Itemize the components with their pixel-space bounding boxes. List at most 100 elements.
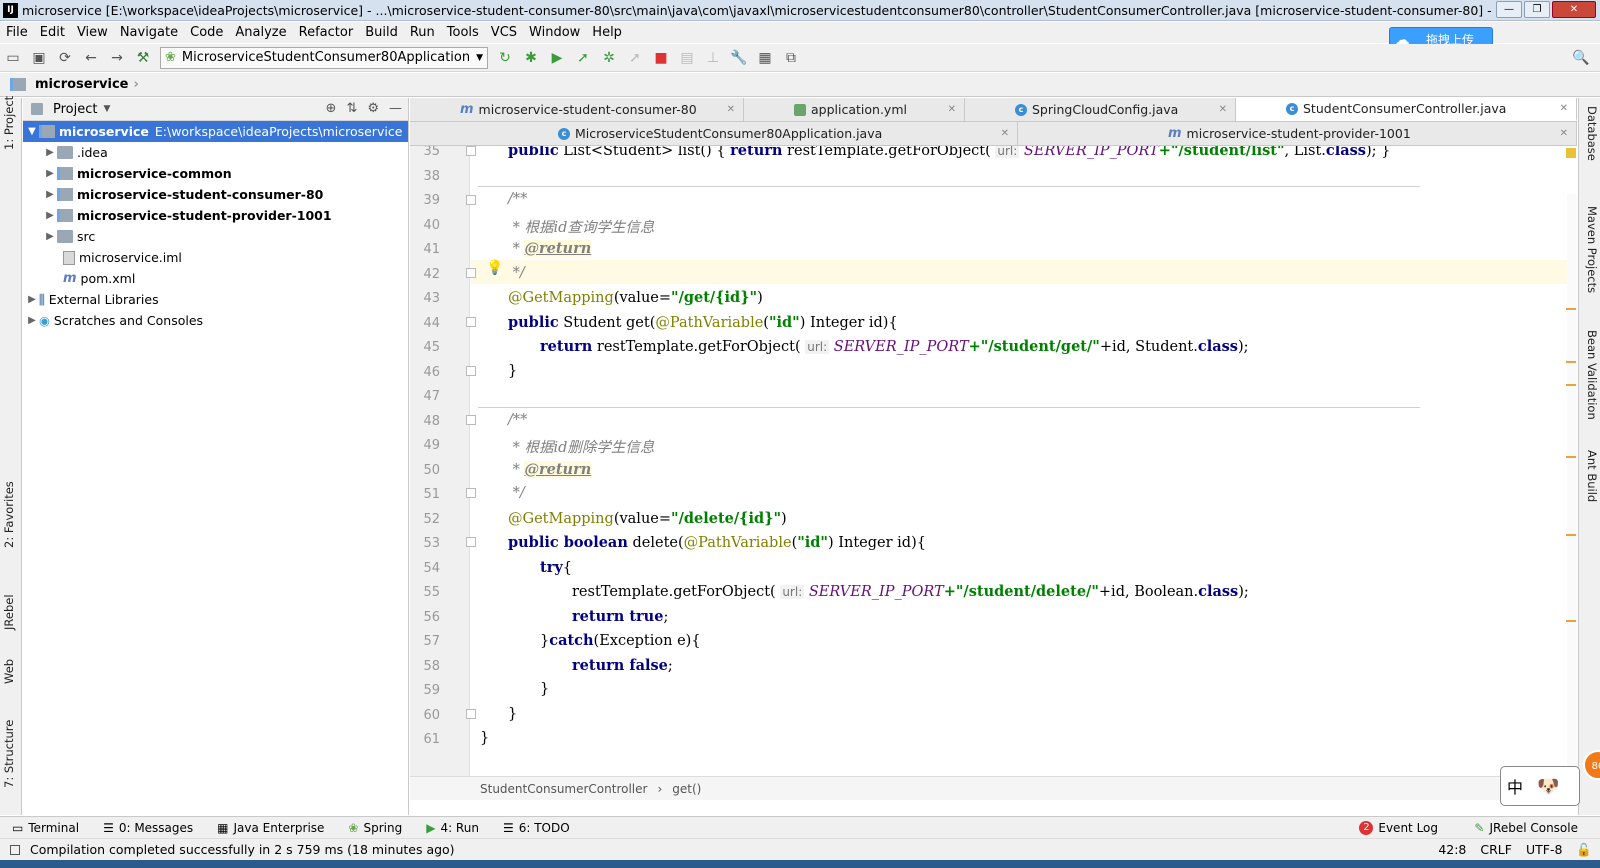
menu-help[interactable]: Help — [586, 25, 628, 40]
tab-consumer80application[interactable]: c MicroserviceStudentConsumer80Applicati… — [410, 122, 1018, 145]
tool-tab-jrebel-console[interactable]: ✎ JRebel Console — [1462, 821, 1590, 835]
sync-icon[interactable]: ⟳ — [52, 47, 78, 69]
tree-item-iml[interactable]: microservice.iml — [23, 247, 408, 268]
breadcrumb-method[interactable]: get() — [672, 782, 701, 796]
wrench-icon[interactable]: 🔧 — [726, 47, 752, 69]
chevron-right-icon[interactable]: ▶ — [43, 189, 57, 200]
project-view-select[interactable]: Project — [53, 102, 97, 117]
fold-marker[interactable] — [466, 317, 476, 327]
tab-studentconsumercontroller[interactable]: c StudentConsumerController.java ✕ — [1236, 98, 1577, 121]
tree-item-idea[interactable]: ▶ .idea — [23, 142, 408, 163]
fold-marker[interactable] — [466, 146, 476, 156]
profile-icon[interactable]: ➚ — [622, 47, 648, 69]
tab-consumer-pom[interactable]: m microservice-student-consumer-80 ✕ — [410, 98, 744, 121]
close-icon[interactable]: ✕ — [948, 104, 956, 115]
fold-marker[interactable] — [466, 195, 476, 205]
lightbulb-icon[interactable]: 💡 — [486, 260, 503, 276]
tree-item-scratches[interactable]: ▶ ◉ Scratches and Consoles — [23, 310, 408, 331]
tool-tab-database[interactable]: Database — [1585, 106, 1599, 161]
minimize-button[interactable]: — — [1496, 1, 1522, 18]
tree-item-libraries[interactable]: ▶ ⫼ External Libraries — [23, 289, 408, 310]
tool-tab-favorites[interactable]: 2: Favorites — [2, 481, 16, 548]
menu-vcs[interactable]: VCS — [485, 25, 523, 40]
fold-marker[interactable] — [466, 268, 476, 278]
error-stripe-marker[interactable] — [1566, 384, 1576, 386]
tool-tab-structure[interactable]: 7: Structure — [2, 720, 16, 788]
collapse-all-icon[interactable]: ⇅ — [346, 101, 357, 116]
tree-item-pom[interactable]: m pom.xml — [23, 268, 408, 289]
rerun-icon[interactable]: ↻ — [492, 47, 518, 69]
search-icon[interactable]: 🔍 — [1568, 47, 1594, 69]
chevron-right-icon[interactable]: ▶ — [25, 315, 39, 326]
tool-tab-maven[interactable]: Maven Projects — [1585, 206, 1599, 293]
line-separator[interactable]: CRLF — [1480, 842, 1512, 858]
close-icon[interactable]: ✕ — [1560, 103, 1568, 114]
fold-marker[interactable] — [466, 488, 476, 498]
tree-item-root[interactable]: ▼ microservice E:\workspace\ideaProjects… — [23, 121, 408, 142]
close-icon[interactable]: ✕ — [1560, 128, 1568, 139]
jrebel-run-icon[interactable]: ➚ — [570, 47, 596, 69]
menu-build[interactable]: Build — [359, 25, 404, 40]
tool-tab-messages[interactable]: ☰ 0: Messages — [91, 821, 205, 835]
build-icon[interactable]: ⚒ — [130, 47, 156, 69]
tool-tab-java-enterprise[interactable]: ▦ Java Enterprise — [205, 821, 336, 835]
fold-marker[interactable] — [466, 415, 476, 425]
breadcrumb-class[interactable]: StudentConsumerController — [480, 782, 647, 796]
chevron-right-icon[interactable]: ▶ — [43, 231, 57, 242]
coverage-icon[interactable]: ▶ — [544, 47, 570, 69]
update-icon[interactable]: ▤ — [674, 47, 700, 69]
open-icon[interactable]: ▭ — [0, 47, 26, 69]
tool-tab-todo[interactable]: ☰ 6: TODO — [491, 821, 582, 835]
caret-position[interactable]: 42:8 — [1438, 842, 1466, 858]
tool-tab-spring[interactable]: ❀ Spring — [336, 821, 414, 835]
project-structure-icon[interactable]: ▦ — [752, 47, 778, 69]
tool-tab-jrebel[interactable]: JRebel — [2, 594, 16, 630]
gear-icon[interactable]: ⚙ — [367, 101, 379, 116]
file-encoding[interactable]: UTF-8 — [1526, 842, 1562, 858]
commit-icon[interactable]: ⊥ — [700, 47, 726, 69]
error-stripe-marker[interactable] — [1566, 361, 1576, 363]
jrebel-debug-icon[interactable]: ✲ — [596, 47, 622, 69]
chevron-right-icon[interactable]: ▶ — [43, 210, 57, 221]
hide-icon[interactable]: — — [389, 101, 402, 116]
save-icon[interactable]: ▣ — [26, 47, 52, 69]
tool-tab-ant-build[interactable]: Ant Build — [1585, 450, 1599, 502]
status-square-icon[interactable] — [10, 844, 20, 855]
menu-run[interactable]: Run — [404, 25, 441, 40]
tool-tab-bean-validation[interactable]: Bean Validation — [1585, 330, 1599, 420]
close-icon[interactable]: ✕ — [1001, 128, 1009, 139]
menu-navigate[interactable]: Navigate — [114, 25, 184, 40]
tree-item-common[interactable]: ▶ microservice-common — [23, 163, 408, 184]
maximize-button[interactable]: ❐ — [1524, 1, 1550, 18]
chevron-right-icon[interactable]: ▶ — [25, 294, 39, 305]
fold-marker[interactable] — [466, 709, 476, 719]
sdk-icon[interactable]: ⧉ — [778, 47, 804, 69]
locate-icon[interactable]: ⊕ — [326, 101, 337, 116]
menu-edit[interactable]: Edit — [34, 25, 71, 40]
breadcrumb[interactable]: microservice › — [10, 77, 139, 92]
tool-tab-web[interactable]: Web — [2, 659, 16, 684]
fold-marker[interactable] — [466, 366, 476, 376]
ime-indicator[interactable]: 中 🐶 — [1500, 766, 1580, 806]
menu-analyze[interactable]: Analyze — [229, 25, 292, 40]
close-button[interactable]: ✕ — [1552, 1, 1596, 18]
forward-icon[interactable]: → — [104, 47, 130, 69]
code-editor[interactable]: 35 38 39 40 41 42 43 44 45 46 47 48 49 5… — [410, 146, 1577, 776]
error-stripe-marker[interactable] — [1566, 534, 1576, 536]
error-stripe-marker[interactable] — [1566, 308, 1576, 310]
menu-window[interactable]: Window — [523, 25, 586, 40]
tool-tab-run[interactable]: ▶ 4: Run — [414, 821, 491, 835]
close-icon[interactable]: ✕ — [727, 104, 735, 115]
editor-scrollbar[interactable] — [1567, 194, 1577, 776]
menu-tools[interactable]: Tools — [441, 25, 485, 40]
run-config-select[interactable]: ❀ MicroserviceStudentConsumer80Applicati… — [160, 46, 489, 69]
debug-icon[interactable]: ✱ — [518, 47, 544, 69]
chevron-right-icon[interactable]: ▶ — [43, 147, 57, 158]
menu-code[interactable]: Code — [184, 25, 229, 40]
status-message[interactable]: Compilation completed successfully in 2 … — [30, 842, 455, 857]
stop-icon[interactable]: ■ — [648, 47, 674, 69]
tool-tab-terminal[interactable]: ▭ Terminal — [0, 821, 91, 835]
error-stripe-marker[interactable] — [1566, 620, 1576, 622]
tool-tab-event-log[interactable]: 2 Event Log — [1347, 820, 1450, 835]
tree-item-src[interactable]: ▶ src — [23, 226, 408, 247]
